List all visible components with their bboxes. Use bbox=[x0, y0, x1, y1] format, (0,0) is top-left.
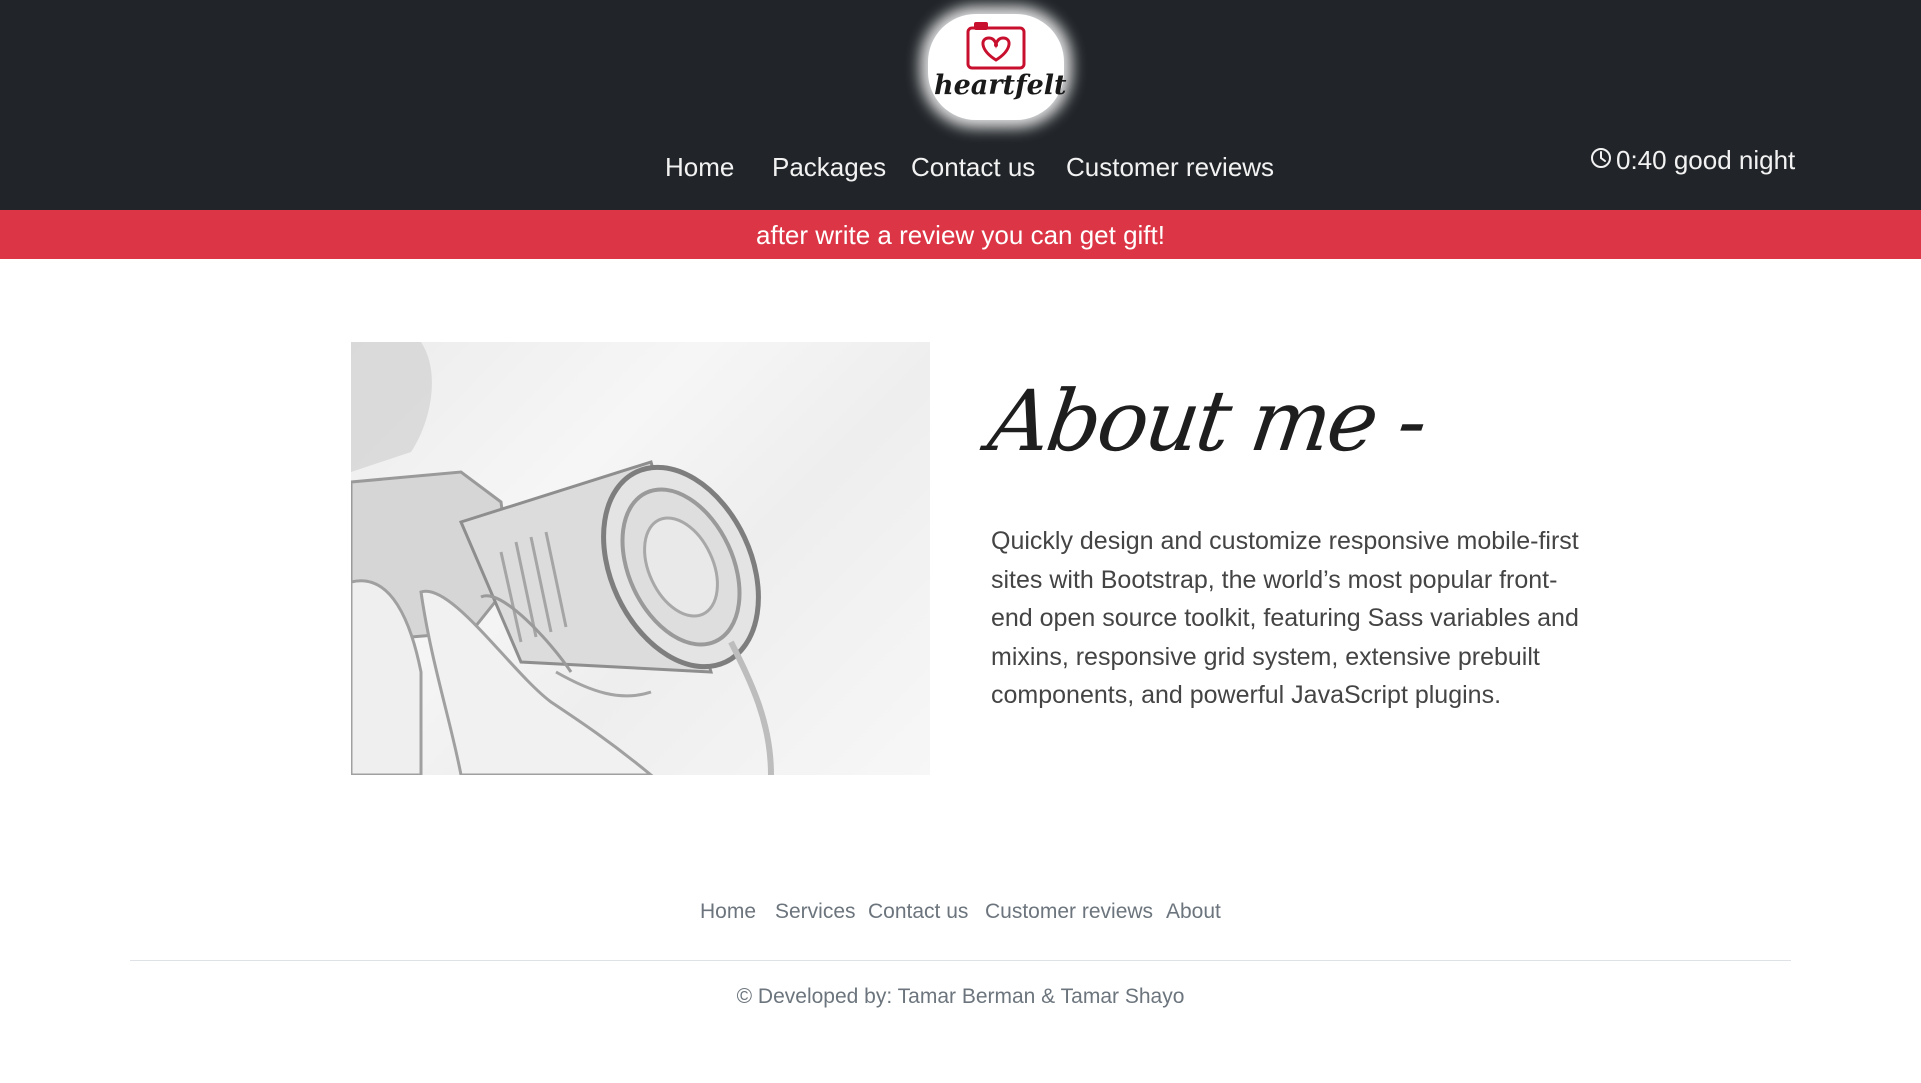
footer-nav: Home Services Contact us Customer review… bbox=[0, 900, 1921, 930]
copyright-text: © Developed by: Tamar Berman & Tamar Sha… bbox=[736, 985, 1185, 1008]
about-line: sites with Bootstrap, the world’s most p… bbox=[991, 565, 1558, 594]
nav-contact-us[interactable]: Contact us bbox=[911, 152, 1035, 183]
footer-link-about[interactable]: About bbox=[1166, 900, 1221, 924]
nav-home[interactable]: Home bbox=[665, 152, 734, 183]
nav-packages[interactable]: Packages bbox=[772, 152, 886, 183]
promo-banner: after write a review you can get gift! bbox=[0, 210, 1921, 259]
camera-heart-logo-icon bbox=[966, 22, 1026, 70]
clock-icon bbox=[1590, 145, 1612, 176]
logo[interactable]: heartfelt bbox=[928, 14, 1067, 120]
nav-customer-reviews[interactable]: Customer reviews bbox=[1066, 152, 1274, 183]
footer-link-contact-us[interactable]: Contact us bbox=[868, 900, 968, 924]
clock-text: 0:40 good night bbox=[1616, 145, 1796, 175]
footer-link-customer-reviews[interactable]: Customer reviews bbox=[985, 900, 1153, 924]
clock-greeting: 0:40 good night bbox=[1590, 145, 1795, 178]
footer-divider bbox=[130, 960, 1791, 961]
about-line: end open source toolkit, featuring Sass … bbox=[991, 604, 1579, 632]
about-line: mixins, responsive grid system, extensiv… bbox=[991, 642, 1540, 671]
footer-link-services[interactable]: Services bbox=[775, 900, 856, 924]
about-title: About me - bbox=[983, 372, 1431, 470]
about-line: components, and powerful JavaScript plug… bbox=[991, 681, 1502, 709]
banner-text: after write a review you can get gift! bbox=[756, 220, 1165, 250]
photographer-image bbox=[351, 342, 930, 775]
about-line: Quickly design and customize responsive … bbox=[991, 527, 1579, 555]
about-paragraph: Quickly design and customize responsive … bbox=[991, 522, 1591, 715]
site-header: heartfelt Home Packages Contact us Custo… bbox=[0, 0, 1921, 210]
footer-link-home[interactable]: Home bbox=[700, 900, 756, 924]
logo-text: heartfelt bbox=[934, 70, 1067, 101]
